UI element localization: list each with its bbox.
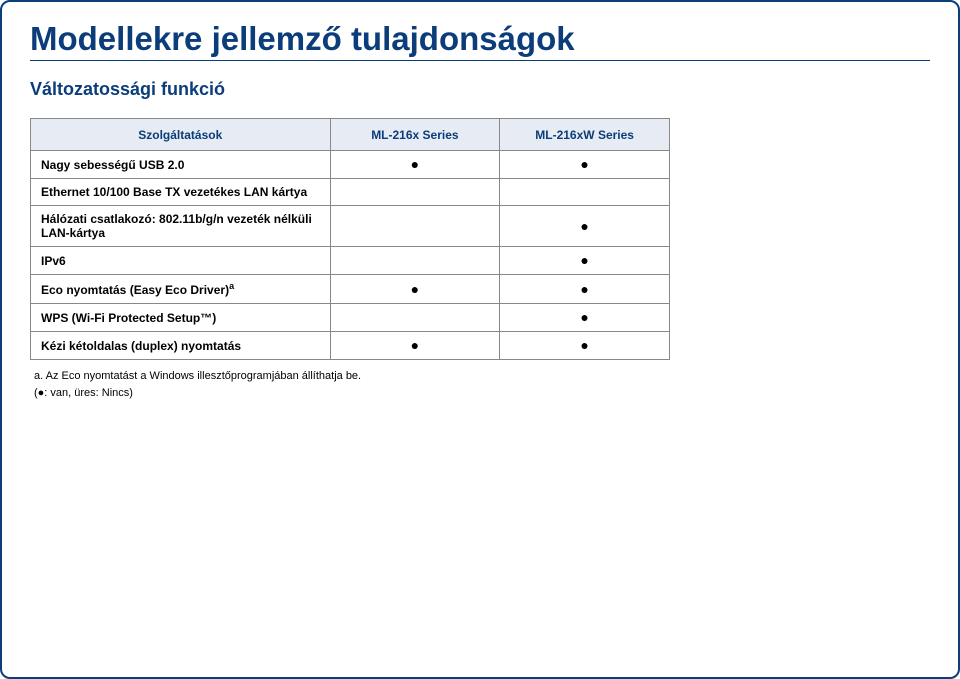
footnote-block: a. Az Eco nyomtatást a Windows illesztőp… <box>34 368 930 401</box>
feature-c2: ● <box>500 275 670 304</box>
col-header-ml216x: ML-216x Series <box>330 119 500 151</box>
feature-c1: ● <box>330 151 500 179</box>
feature-label: Hálózati csatlakozó: 802.11b/g/n vezeték… <box>31 206 331 247</box>
feature-c2: ● <box>500 247 670 275</box>
title-underline <box>30 60 930 61</box>
feature-label: Nagy sebességű USB 2.0 <box>31 151 331 179</box>
feature-label: Ethernet 10/100 Base TX vezetékes LAN ká… <box>31 179 331 206</box>
feature-c2: ● <box>500 332 670 360</box>
table-body: Nagy sebességű USB 2.0 ● ● Ethernet 10/1… <box>31 151 670 360</box>
feature-label: IPv6 <box>31 247 331 275</box>
feature-label: Kézi kétoldalas (duplex) nyomtatás <box>31 332 331 360</box>
table-row: Kézi kétoldalas (duplex) nyomtatás ● ● <box>31 332 670 360</box>
feature-c2 <box>500 179 670 206</box>
feature-c2: ● <box>500 151 670 179</box>
footnote-a: a. Az Eco nyomtatást a Windows illesztőp… <box>34 368 930 385</box>
table-row: WPS (Wi-Fi Protected Setup™) ● <box>31 304 670 332</box>
feature-c1 <box>330 206 500 247</box>
document-page: Modellekre jellemző tulajdonságok Változ… <box>0 0 960 679</box>
table-row: IPv6 ● <box>31 247 670 275</box>
section-subtitle: Változatossági funkció <box>30 79 930 100</box>
table-row: Ethernet 10/100 Base TX vezetékes LAN ká… <box>31 179 670 206</box>
feature-c2: ● <box>500 304 670 332</box>
feature-label-sup: a <box>229 281 234 291</box>
feature-c1 <box>330 247 500 275</box>
features-table: Szolgáltatások ML-216x Series ML-216xW S… <box>30 118 670 360</box>
feature-c1: ● <box>330 332 500 360</box>
footnote-legend: (●: van, üres: Nincs) <box>34 385 930 402</box>
feature-c1 <box>330 304 500 332</box>
table-row: Eco nyomtatás (Easy Eco Driver)a ● ● <box>31 275 670 304</box>
feature-label: WPS (Wi-Fi Protected Setup™) <box>31 304 331 332</box>
table-row: Hálózati csatlakozó: 802.11b/g/n vezeték… <box>31 206 670 247</box>
feature-c1 <box>330 179 500 206</box>
feature-label-prefix: Eco nyomtatás (Easy Eco Driver) <box>41 283 229 297</box>
feature-c2: ● <box>500 206 670 247</box>
table-row: Nagy sebességű USB 2.0 ● ● <box>31 151 670 179</box>
feature-c1: ● <box>330 275 500 304</box>
feature-label: Eco nyomtatás (Easy Eco Driver)a <box>31 275 331 304</box>
page-title: Modellekre jellemző tulajdonságok <box>30 20 930 58</box>
col-header-ml216xw: ML-216xW Series <box>500 119 670 151</box>
col-header-services: Szolgáltatások <box>31 119 331 151</box>
table-header-row: Szolgáltatások ML-216x Series ML-216xW S… <box>31 119 670 151</box>
